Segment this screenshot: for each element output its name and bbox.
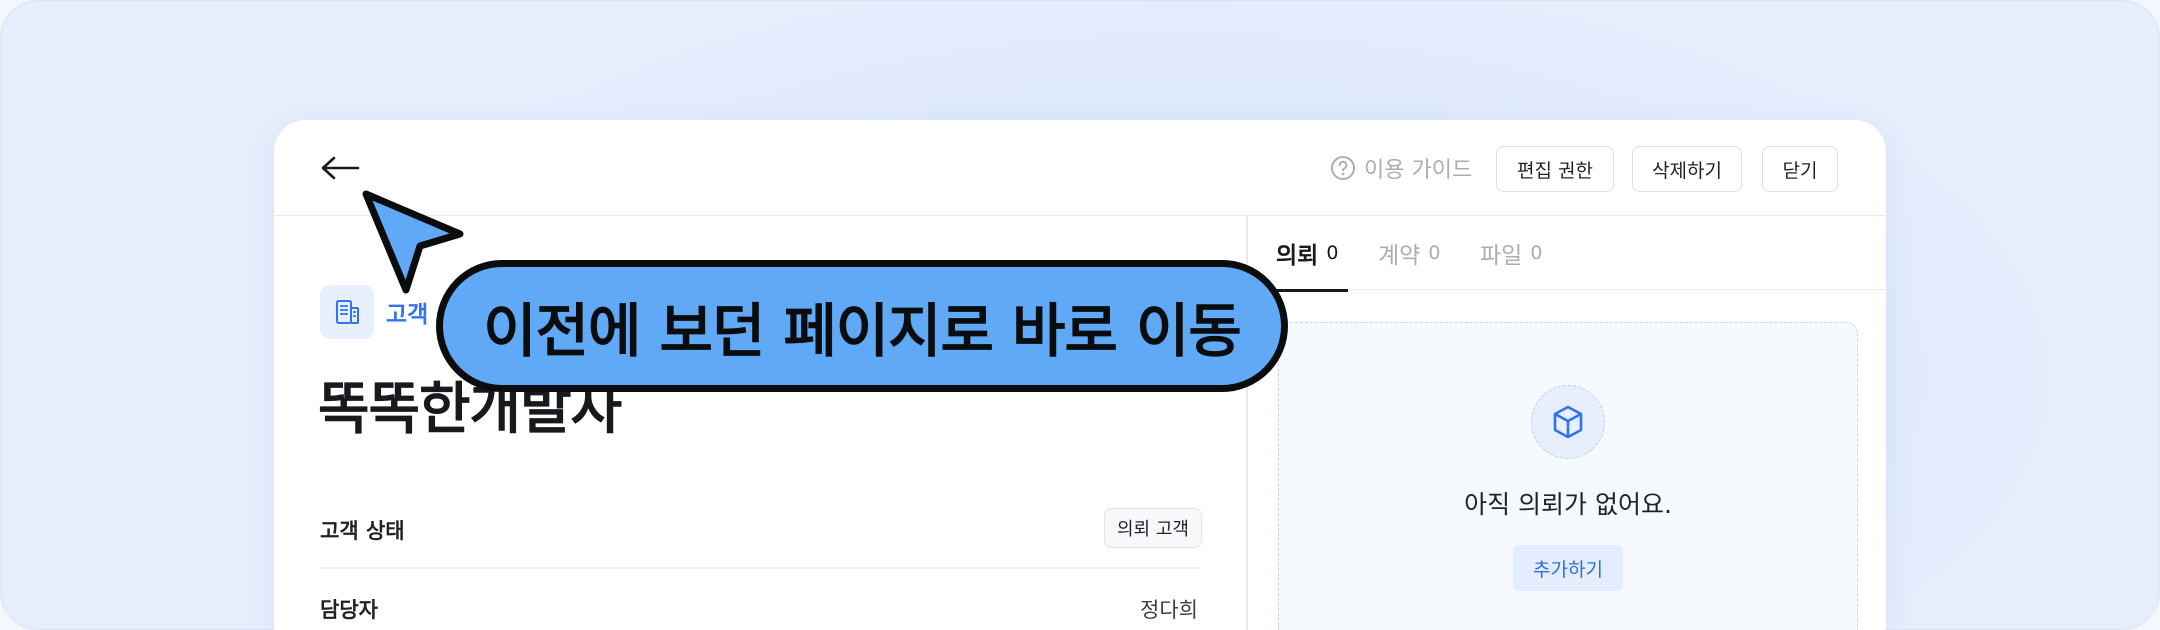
tab-files[interactable]: 파일 0 xyxy=(1480,216,1542,290)
cursor-arrow-icon xyxy=(362,190,464,294)
manager-row-label: 담당자 xyxy=(320,598,378,622)
top-bar: 이용 가이드 편집 권한 삭제하기 닫기 xyxy=(274,120,1886,216)
usage-guide-label: 이용 가이드 xyxy=(1364,158,1473,183)
empty-icon-circle xyxy=(1531,385,1605,459)
manager-value: 정다희 xyxy=(1140,598,1198,622)
delete-button[interactable]: 삭제하기 xyxy=(1632,146,1742,192)
status-row-label: 고객 상태 xyxy=(320,519,405,543)
status-badge[interactable]: 의뢰 고객 xyxy=(1104,508,1202,548)
back-button[interactable] xyxy=(318,146,362,190)
arrow-left-icon xyxy=(321,156,360,180)
tab-count: 0 xyxy=(1530,242,1543,264)
add-request-button[interactable]: 추가하기 xyxy=(1513,545,1623,591)
tab-label: 파일 xyxy=(1480,243,1523,269)
tooltip-callout: 이전에 보던 페이지로 바로 이동 xyxy=(436,260,1288,392)
detail-tabs: 의뢰 0 계약 0 파일 0 xyxy=(1246,216,1886,292)
box-icon xyxy=(1553,405,1583,439)
tab-label: 의뢰 xyxy=(1276,243,1319,269)
tab-label: 계약 xyxy=(1378,243,1421,269)
usage-guide-link[interactable]: 이용 가이드 xyxy=(1330,150,1472,186)
close-button[interactable]: 닫기 xyxy=(1762,146,1838,192)
empty-message: 아직 의뢰가 없어요. xyxy=(1464,490,1672,519)
question-circle-icon xyxy=(1331,156,1355,180)
tab-count: 0 xyxy=(1428,242,1441,264)
row-divider xyxy=(320,567,1200,569)
building-icon xyxy=(336,300,359,324)
edit-permission-button[interactable]: 편집 권한 xyxy=(1496,146,1614,192)
active-tab-indicator xyxy=(1276,288,1348,292)
tab-contracts[interactable]: 계약 0 xyxy=(1378,216,1440,290)
tab-count: 0 xyxy=(1326,242,1339,264)
empty-requests-card: 아직 의뢰가 없어요. 추가하기 xyxy=(1278,322,1858,630)
customer-type-label: 고객 xyxy=(386,302,429,328)
tab-requests[interactable]: 의뢰 0 xyxy=(1276,216,1348,292)
